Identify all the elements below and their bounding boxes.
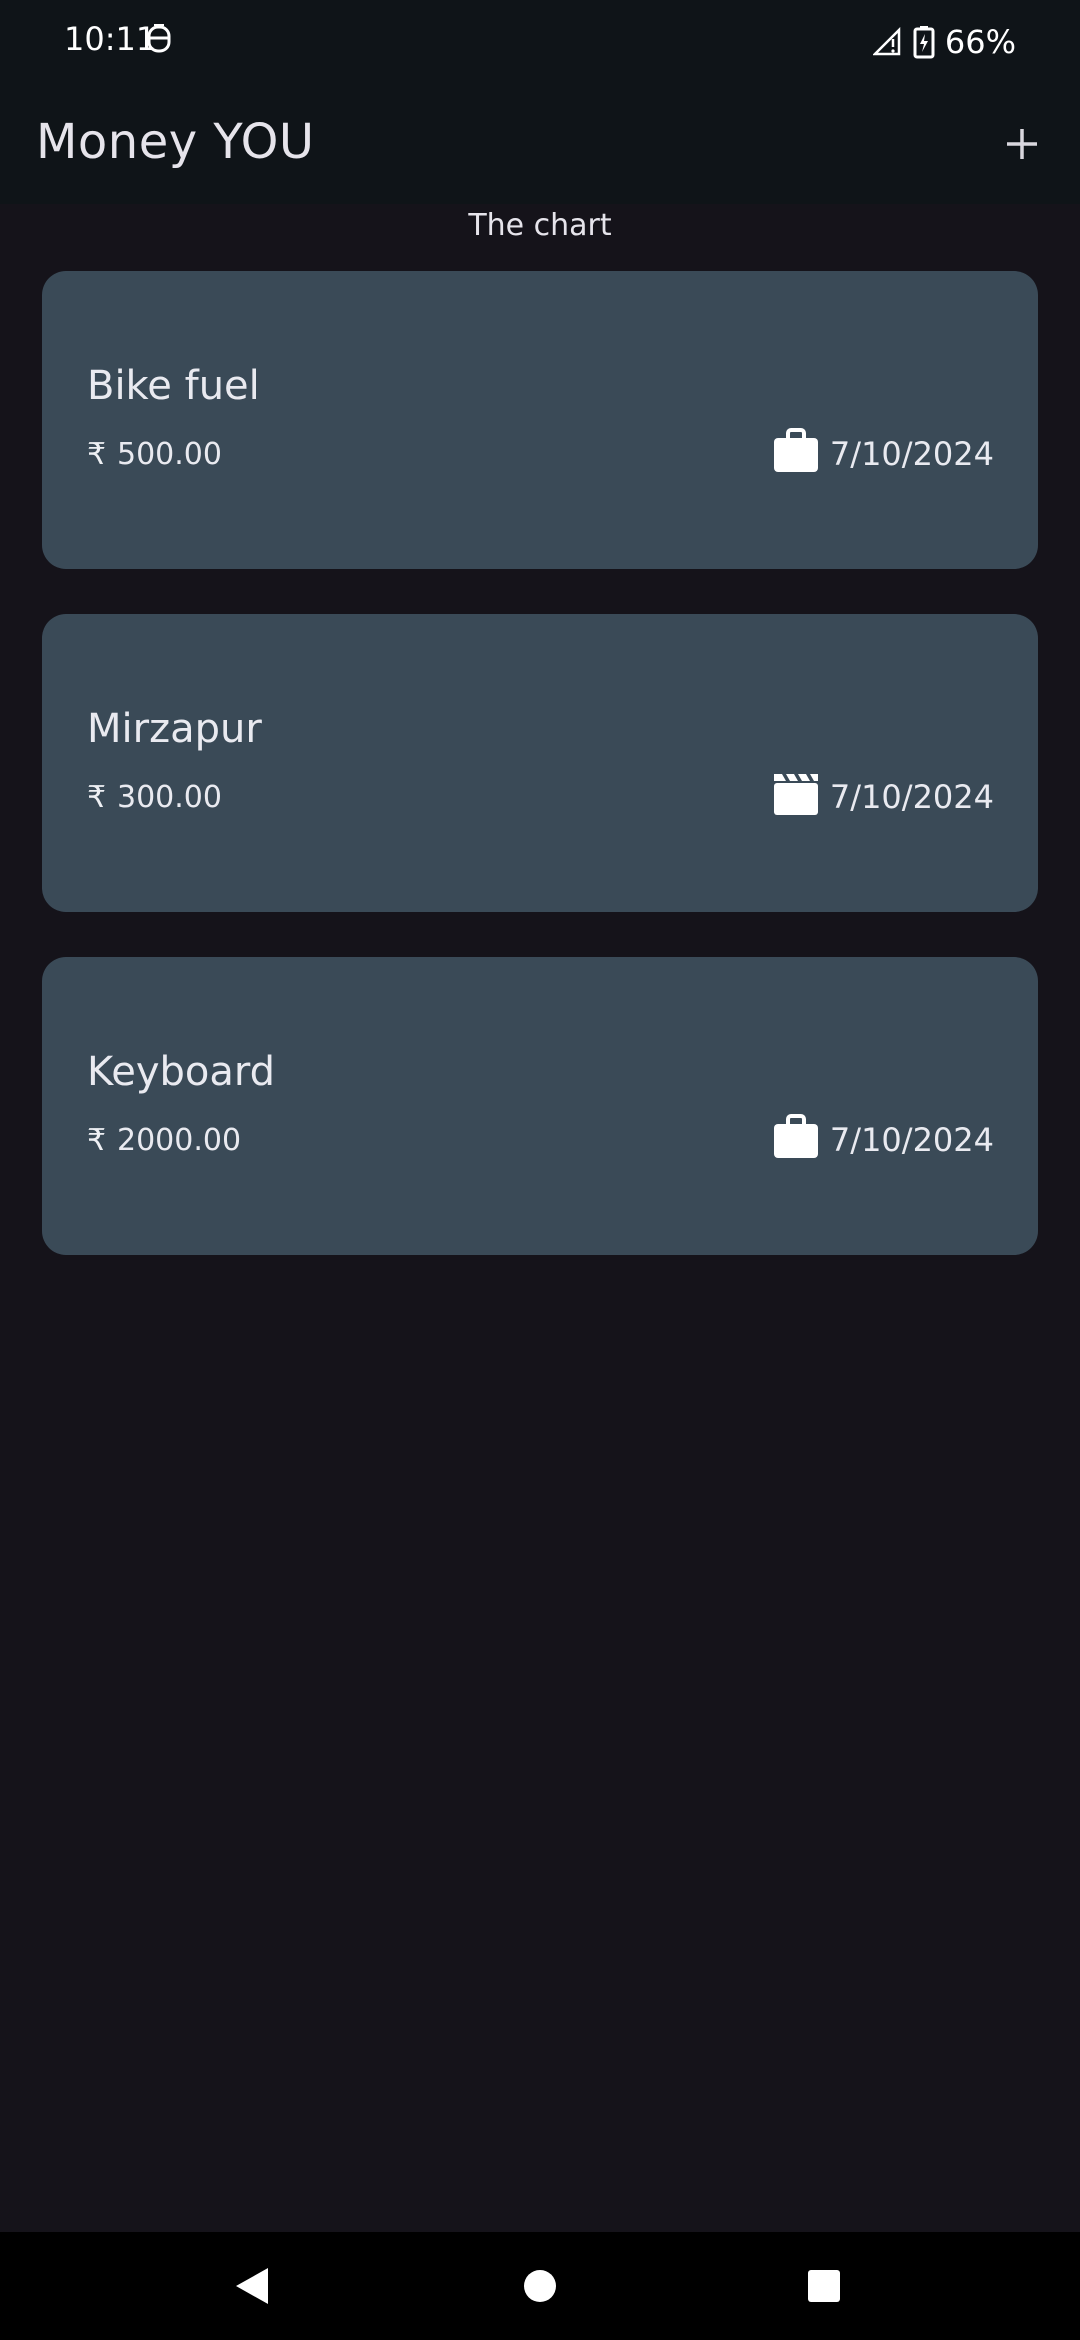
signal-icon — [872, 27, 901, 56]
expense-date: 7/10/2024 — [829, 1121, 994, 1159]
expense-list: Bike fuel ₹ 500.00 7/10/2024 Mirzapur ₹ … — [42, 271, 1038, 1300]
battery-percentage: 66% — [944, 23, 1016, 61]
expense-amount: 300.00 — [117, 780, 222, 815]
status-time: 10:11 — [64, 20, 157, 58]
back-icon — [236, 2268, 268, 2304]
expense-date: 7/10/2024 — [829, 778, 994, 816]
recents-icon — [808, 2270, 840, 2302]
status-right: 66% — [872, 20, 1016, 64]
recents-button[interactable] — [790, 2252, 858, 2320]
plus-icon — [1007, 129, 1037, 159]
battery-charging-icon — [913, 26, 935, 59]
app-title: Money YOU — [36, 114, 315, 170]
expense-title: Keyboard — [87, 1049, 276, 1095]
rupee-icon: ₹ — [87, 1123, 107, 1158]
expense-amount: 2000.00 — [117, 1123, 242, 1158]
app-notification-icon — [147, 24, 171, 53]
briefcase-icon — [774, 428, 818, 472]
add-expense-button[interactable] — [984, 106, 1060, 182]
rupee-icon: ₹ — [87, 780, 107, 815]
expense-title: Bike fuel — [87, 363, 260, 409]
expense-title: Mirzapur — [87, 706, 262, 752]
home-icon — [524, 2270, 556, 2302]
expense-card[interactable]: Bike fuel ₹ 500.00 7/10/2024 — [42, 271, 1038, 569]
chart-label: The chart — [468, 208, 612, 243]
navigation-bar — [0, 2232, 1080, 2340]
app-bar: Money YOU — [0, 84, 1080, 204]
screen: 10:11 66% Money YOU The chart Bike fuel … — [0, 0, 1080, 2340]
home-button[interactable] — [506, 2252, 574, 2320]
status-bar: 10:11 66% — [0, 0, 1080, 84]
briefcase-icon — [774, 1114, 818, 1158]
rupee-icon: ₹ — [87, 437, 107, 472]
expense-card[interactable]: Mirzapur ₹ 300.00 7/10/2024 — [42, 614, 1038, 912]
clapperboard-icon — [774, 774, 818, 815]
expense-date: 7/10/2024 — [829, 435, 994, 473]
expense-amount: 500.00 — [117, 437, 222, 472]
expense-card[interactable]: Keyboard ₹ 2000.00 7/10/2024 — [42, 957, 1038, 1255]
back-button[interactable] — [218, 2252, 286, 2320]
